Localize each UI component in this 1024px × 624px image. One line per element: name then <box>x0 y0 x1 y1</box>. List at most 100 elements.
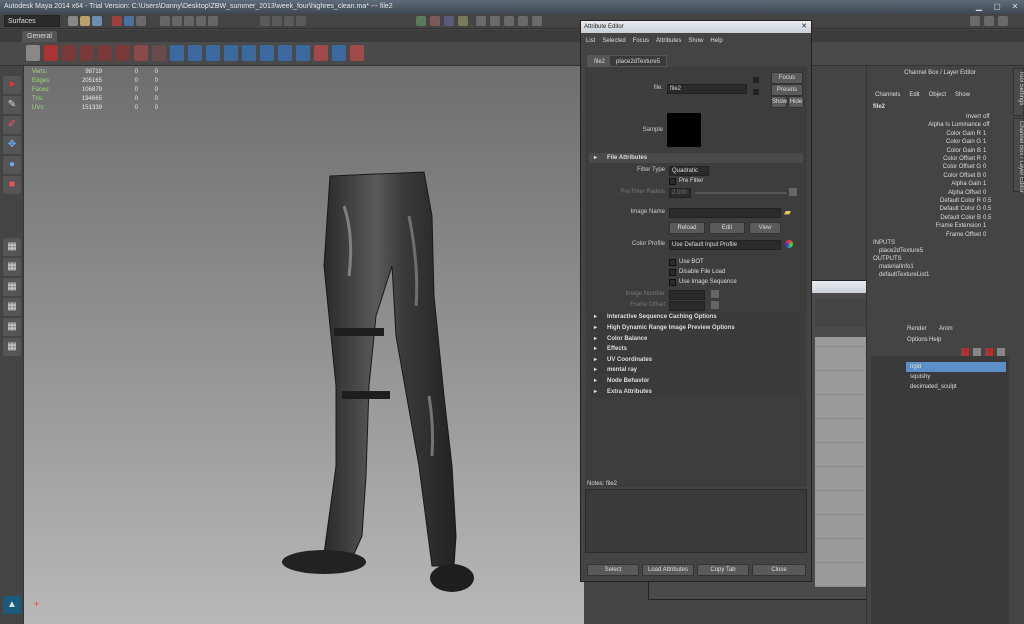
tab-place2dtexture5[interactable]: place2dTexture5 <box>609 55 668 67</box>
minimize-icon[interactable]: ▁ <box>970 0 988 14</box>
select-object-icon[interactable] <box>124 16 134 26</box>
snap-point-icon[interactable] <box>284 16 294 26</box>
input-line-icon[interactable] <box>490 16 500 26</box>
panel-toggle-icon-2[interactable] <box>984 16 994 26</box>
layer-rigid[interactable]: rigid <box>906 362 1006 372</box>
channel-name[interactable]: Default Color B <box>867 215 981 221</box>
channel-name[interactable]: Frame Extension <box>867 223 981 229</box>
view-button[interactable]: View <box>749 222 781 234</box>
channel-value[interactable]: 1 <box>983 148 1007 154</box>
channel-name[interactable]: Color Offset B <box>867 173 981 179</box>
rotate-tool-icon[interactable]: ● <box>3 156 21 174</box>
color-management-icon[interactable] <box>785 240 793 248</box>
reload-button[interactable]: Reload <box>669 222 705 234</box>
shelf-tab-general[interactable]: General <box>22 31 57 42</box>
snap-surface-icon[interactable] <box>296 16 306 26</box>
edit-button[interactable]: Edit <box>709 222 745 234</box>
section-hdr-preview[interactable]: High Dynamic Range Image Preview Options <box>589 323 803 333</box>
image-number-field[interactable] <box>669 290 705 300</box>
render-icon[interactable] <box>430 16 440 26</box>
shelf-tool-icon-1[interactable] <box>62 45 76 61</box>
shelf-tool-icon-7[interactable] <box>170 45 184 61</box>
channel-name[interactable]: Color Offset G <box>867 164 981 170</box>
layout-persp-graph-icon[interactable]: ▦ <box>3 298 21 316</box>
shelf-tool-icon-11[interactable] <box>242 45 256 61</box>
folder-icon[interactable]: ▰ <box>784 207 794 217</box>
render-settings-icon[interactable] <box>458 16 468 26</box>
select-tool-icon[interactable]: ➤ <box>3 76 21 94</box>
history-icon[interactable] <box>416 16 426 26</box>
channel-name[interactable]: Color Gain G <box>867 139 981 145</box>
shelf-tool-icon-9[interactable] <box>206 45 220 61</box>
channel-value[interactable]: 0 <box>983 164 1007 170</box>
layout-outliner-icon[interactable]: ▦ <box>3 318 21 336</box>
load-attributes-button[interactable]: Load Attributes <box>642 564 694 576</box>
section-color-balance[interactable]: Color Balance <box>589 334 803 344</box>
section-interactive-sequence-caching[interactable]: Interactive Sequence Caching Options <box>589 312 803 322</box>
shelf-tool-icon-14[interactable] <box>296 45 310 61</box>
attribute-editor-window[interactable]: Attribute Editor ✕ List Selected Focus A… <box>580 20 812 582</box>
close-button[interactable]: Close <box>752 564 806 576</box>
channel-value[interactable]: 0.5 <box>983 206 1007 212</box>
help-icon[interactable] <box>44 45 58 61</box>
new-layer-icon[interactable] <box>961 348 969 356</box>
edge-mask-icon[interactable] <box>196 16 206 26</box>
layer-options-icon[interactable] <box>985 348 993 356</box>
menu-edit[interactable]: Edit <box>909 92 919 98</box>
side-tab-channel-box[interactable]: Channel Box / Layer Editor <box>1013 118 1024 193</box>
layer-squishy[interactable]: squishy <box>906 372 1006 382</box>
notes-field[interactable] <box>585 489 807 553</box>
show-button[interactable]: Show <box>771 96 787 108</box>
pick-mask-icon[interactable] <box>172 16 182 26</box>
scale-tool-icon[interactable]: ■ <box>3 176 21 194</box>
color-profile-dropdown[interactable]: Use Default Input Profile <box>669 240 781 250</box>
layer-decimated-sculpt[interactable]: decimated_sculpt <box>906 382 1006 392</box>
menu-show[interactable]: Show <box>688 38 703 44</box>
layout-hypershade-icon[interactable]: ▦ <box>3 338 21 356</box>
disable-file-load-checkbox[interactable] <box>669 269 676 276</box>
menu-selected[interactable]: Selected <box>602 38 625 44</box>
pants-model[interactable] <box>24 66 584 624</box>
menu-help[interactable]: Help <box>710 38 722 44</box>
input-connection-icon[interactable] <box>753 77 759 83</box>
shelf-tool-icon-16[interactable] <box>332 45 346 61</box>
copy-tab-button[interactable]: Copy Tab <box>697 564 749 576</box>
shelf-tool-icon-13[interactable] <box>278 45 292 61</box>
channel-value[interactable]: 0.5 <box>983 198 1007 204</box>
side-tab-tool-settings[interactable]: Tool Settings <box>1013 68 1024 116</box>
channel-value[interactable]: off <box>983 122 1007 128</box>
map-button-icon[interactable] <box>711 290 719 298</box>
new-layer-selected-icon[interactable] <box>973 348 981 356</box>
channel-name[interactable]: Alpha Gain <box>867 181 981 187</box>
channel-value[interactable]: 1 <box>983 131 1007 137</box>
move-tool-icon[interactable]: ✥ <box>3 136 21 154</box>
layout-single-icon[interactable]: ▦ <box>3 238 21 256</box>
tool-settings-toggle-icon[interactable] <box>518 16 528 26</box>
hypershade-icon[interactable] <box>476 16 486 26</box>
section-uv-coordinates[interactable]: UV Coordinates <box>589 355 803 365</box>
use-bot-checkbox[interactable] <box>669 259 676 266</box>
shelf-tool-icon-5[interactable] <box>134 45 148 61</box>
panel-toggle-icon[interactable] <box>970 16 980 26</box>
section-node-behavior[interactable]: Node Behavior <box>589 376 803 386</box>
menu-object[interactable]: Object <box>929 92 946 98</box>
focus-button[interactable]: Focus <box>771 72 803 84</box>
close-icon[interactable]: ✕ <box>1006 0 1024 14</box>
snap-grid-icon[interactable] <box>260 16 270 26</box>
pre-filter-radius-field[interactable]: 2.000 <box>669 188 691 198</box>
shelf-tool-icon-2[interactable] <box>80 45 94 61</box>
channel-name[interactable]: Default Color R <box>867 198 981 204</box>
select-button[interactable]: Select <box>587 564 639 576</box>
filter-type-dropdown[interactable]: Quadratic <box>669 166 709 176</box>
channel-name[interactable]: Alpha Offset <box>867 190 981 196</box>
select-component-icon[interactable] <box>136 16 146 26</box>
channel-name[interactable]: Alpha Is Luminance <box>867 122 981 128</box>
layer-add-icon[interactable] <box>997 348 1005 356</box>
menu-attributes[interactable]: Attributes <box>656 38 681 44</box>
viewport[interactable]: ✛ <box>24 66 584 624</box>
channel-value[interactable]: 1 <box>983 139 1007 145</box>
channel-box-node-name[interactable]: file2 <box>873 104 885 110</box>
ipr-icon[interactable] <box>444 16 454 26</box>
save-scene-icon[interactable] <box>92 16 102 26</box>
section-mental-ray[interactable]: mental ray <box>589 365 803 375</box>
